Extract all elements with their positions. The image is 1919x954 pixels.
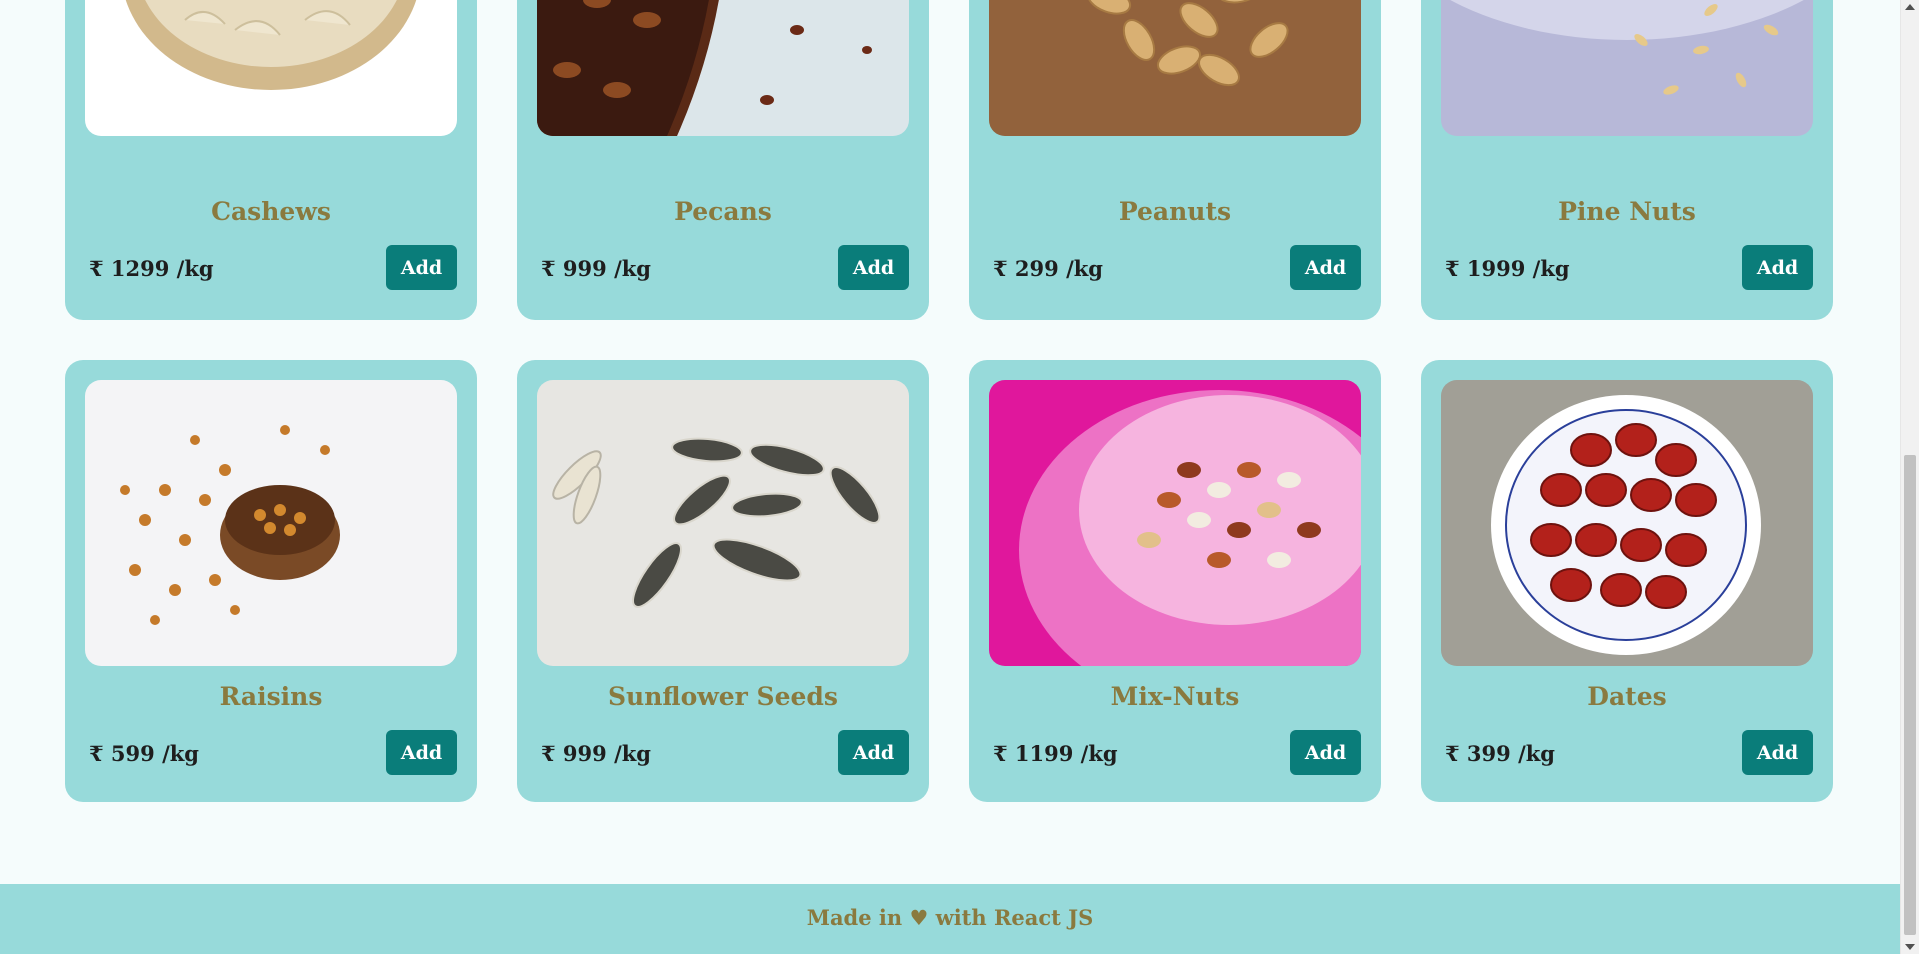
product-price: ₹ 999 /kg — [541, 256, 651, 281]
scroll-up-arrow-icon[interactable] — [1905, 4, 1915, 10]
product-name: Dates — [1587, 682, 1667, 711]
scrollbar[interactable] — [1900, 0, 1919, 954]
product-name: Peanuts — [1118, 197, 1232, 226]
product-name: Pine Nuts — [1558, 197, 1696, 226]
product-price: ₹ 1999 /kg — [1445, 256, 1570, 281]
product-card-dates: Dates ₹ 399 /kg Add — [1421, 360, 1833, 802]
dates-image — [1441, 380, 1813, 666]
product-grid: Cashews ₹ 1299 /kg Add Pecans ₹ 999 /kg … — [65, 0, 1833, 802]
product-name: Pecans — [674, 197, 772, 226]
product-price: ₹ 1299 /kg — [89, 256, 214, 281]
add-button[interactable]: Add — [838, 730, 909, 775]
product-name: Sunflower Seeds — [608, 682, 838, 711]
add-button[interactable]: Add — [1290, 730, 1361, 775]
footer-with-react: with React JS — [935, 905, 1094, 930]
product-card-sunflower-seeds: Sunflower Seeds ₹ 999 /kg Add — [517, 360, 929, 802]
product-card-pecans: Pecans ₹ 999 /kg Add — [517, 0, 929, 320]
product-card-raisins: Raisins ₹ 599 /kg Add — [65, 360, 477, 802]
cashews-image — [85, 0, 457, 136]
add-button[interactable]: Add — [386, 730, 457, 775]
product-card-mix-nuts: Mix-Nuts ₹ 1199 /kg Add — [969, 360, 1381, 802]
add-button[interactable]: Add — [838, 245, 909, 290]
product-name: Raisins — [219, 682, 323, 711]
add-button[interactable]: Add — [1742, 730, 1813, 775]
product-price: ₹ 1199 /kg — [993, 741, 1118, 766]
product-name: Mix-Nuts — [1110, 682, 1240, 711]
footer-made-in: Made in — [806, 905, 903, 930]
mix-nuts-image — [989, 380, 1361, 666]
add-button[interactable]: Add — [386, 245, 457, 290]
scrollbar-thumb[interactable] — [1904, 455, 1916, 935]
product-card-cashews: Cashews ₹ 1299 /kg Add — [65, 0, 477, 320]
peanuts-image — [989, 0, 1361, 136]
page: Cashews ₹ 1299 /kg Add Pecans ₹ 999 /kg … — [0, 0, 1900, 954]
scroll-down-arrow-icon[interactable] — [1905, 944, 1915, 950]
product-price: ₹ 999 /kg — [541, 741, 651, 766]
product-card-peanuts: Peanuts ₹ 299 /kg Add — [969, 0, 1381, 320]
add-button[interactable]: Add — [1290, 245, 1361, 290]
footer: Made in ♥ with React JS — [0, 884, 1900, 954]
product-price: ₹ 399 /kg — [1445, 741, 1555, 766]
add-button[interactable]: Add — [1742, 245, 1813, 290]
pecans-image — [537, 0, 909, 136]
product-price: ₹ 299 /kg — [993, 256, 1103, 281]
raisins-image — [85, 380, 457, 666]
product-name: Cashews — [211, 197, 331, 226]
product-price: ₹ 599 /kg — [89, 741, 199, 766]
heart-icon: ♥ — [909, 905, 929, 930]
sunflower-seeds-image — [537, 380, 909, 666]
product-card-pine-nuts: Pine Nuts ₹ 1999 /kg Add — [1421, 0, 1833, 320]
pine-nuts-image — [1441, 0, 1813, 136]
